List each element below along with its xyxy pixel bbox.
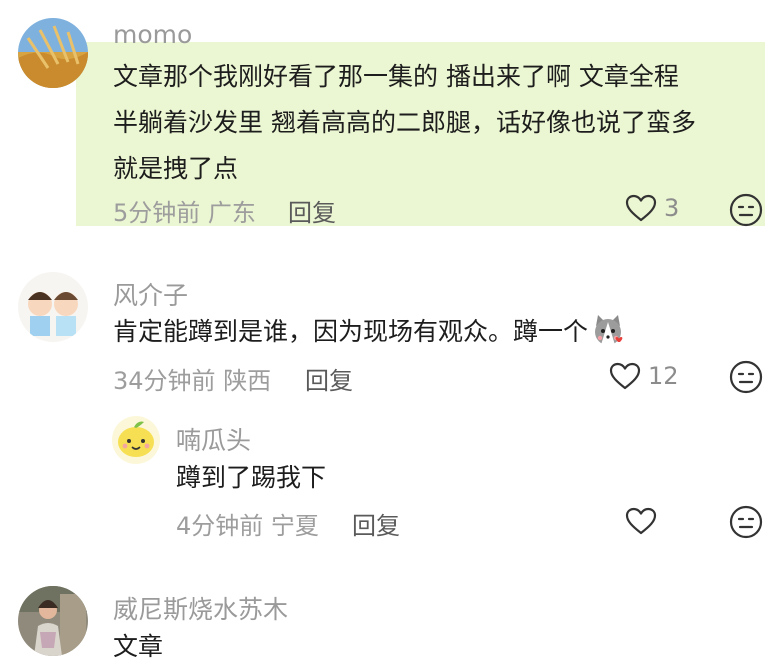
comment-text: 肯定能蹲到是谁，因为现场有观众。蹲一个 (113, 309, 626, 363)
reply-button[interactable]: 回复 (288, 193, 336, 228)
comment-meta: 34分钟前 陕西 (113, 361, 271, 396)
comment-text: 文章 (113, 624, 163, 670)
avatar[interactable] (18, 586, 88, 656)
comment-text-line: 文章 (113, 632, 164, 661)
like-button[interactable]: 12 (608, 360, 679, 392)
face-reaction-icon[interactable] (729, 360, 763, 394)
comment-time: 5分钟前 (113, 199, 201, 227)
comment-time: 34分钟前 (113, 367, 216, 395)
avatar[interactable] (18, 272, 88, 342)
comment-author[interactable]: 喃瓜头 (176, 421, 251, 457)
like-count: 12 (648, 362, 679, 390)
cartoon-couple-avatar-icon (18, 272, 88, 342)
like-button[interactable]: 3 (624, 192, 679, 224)
heart-outline-icon (625, 194, 657, 222)
comment-location: 宁夏 (270, 512, 319, 540)
comment-time: 4分钟前 (176, 512, 264, 540)
comment-text-line: 文章那个我刚好看了那一集的 播出来了啊 文章全程 (113, 62, 679, 91)
comment-text-line: 肯定能蹲到是谁，因为现场有观众。蹲一个 (113, 317, 589, 346)
reply-button[interactable]: 回复 (352, 506, 400, 541)
comment-text: 蹲到了踢我下 (176, 455, 326, 501)
heart-outline-icon (609, 362, 641, 390)
comment-meta: 4分钟前 宁夏 (176, 506, 319, 541)
face-reaction-icon[interactable] (729, 193, 763, 227)
reply-button[interactable]: 回复 (305, 361, 353, 396)
comment-text-line: 就是拽了点 (113, 154, 239, 183)
comment-author[interactable]: 风介子 (113, 276, 188, 312)
face-reaction-icon[interactable] (729, 505, 763, 539)
husky-heart-sticker-icon (590, 312, 626, 363)
avatar[interactable] (112, 416, 160, 464)
comment-meta: 5分钟前 广东 (113, 193, 256, 228)
heart-outline-icon (625, 507, 657, 535)
comment-text-line: 半躺着沙发里 翘着高高的二郎腿，话好像也说了蛮多 (113, 108, 696, 137)
lemon-character-avatar-icon (112, 416, 160, 464)
comment-location: 陕西 (223, 367, 272, 395)
comment-text: 文章那个我刚好看了那一集的 播出来了啊 文章全程 半躺着沙发里 翘着高高的二郎腿… (113, 54, 696, 192)
like-button[interactable] (624, 505, 658, 537)
woman-photo-avatar-icon (18, 586, 88, 656)
like-count: 3 (664, 194, 680, 222)
wheat-field-avatar-icon (18, 18, 88, 88)
comment-author[interactable]: 威尼斯烧水苏木 (113, 590, 288, 626)
comment-location: 广东 (207, 199, 256, 227)
comment-text-line: 蹲到了踢我下 (176, 463, 327, 492)
avatar[interactable] (18, 18, 88, 88)
comment-author[interactable]: momo (113, 20, 192, 49)
